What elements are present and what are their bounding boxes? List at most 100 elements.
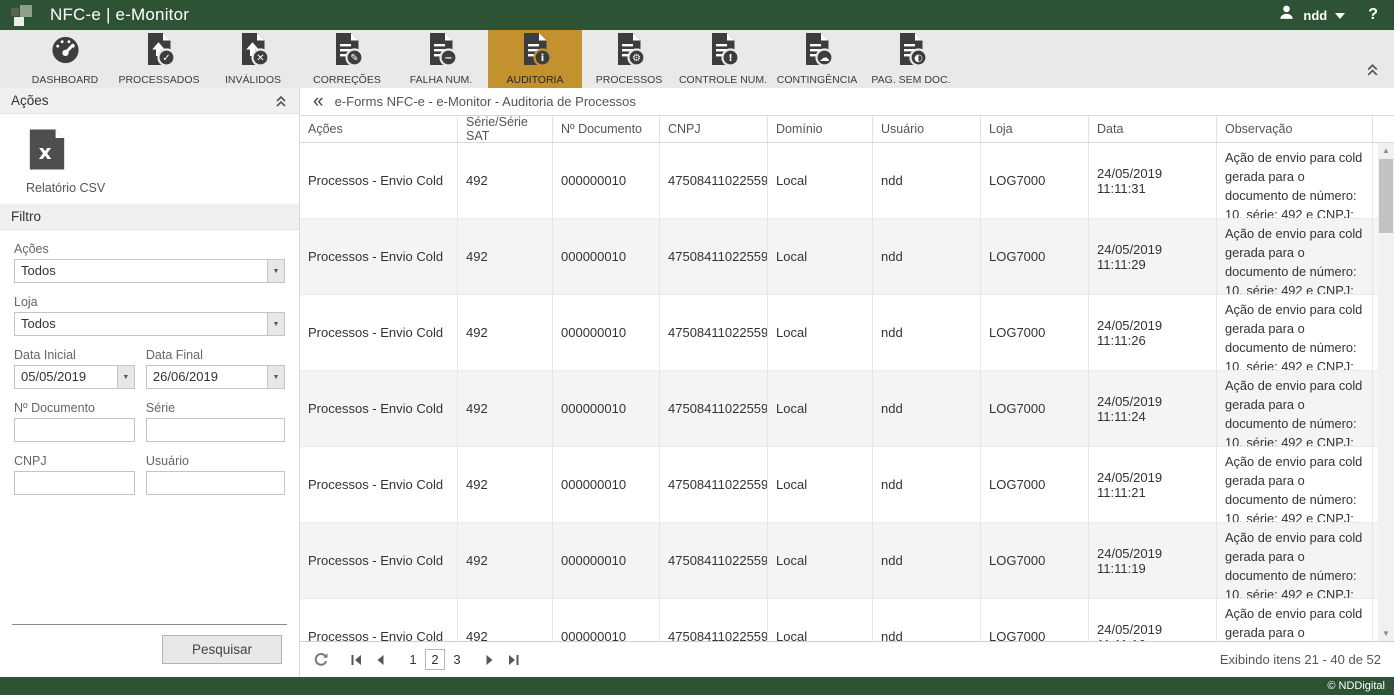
toolbar-item-label: CONTROLE NUM. [679, 74, 767, 86]
scroll-up-icon[interactable]: ▲ [1378, 143, 1394, 158]
cell-dominio: Local [768, 219, 873, 294]
data-final-picker[interactable]: 26/06/2019 ▼ [146, 365, 285, 389]
cell-serie: 492 [458, 295, 553, 370]
cnpj-input[interactable] [14, 471, 135, 495]
cell-usuario: ndd [873, 447, 981, 522]
cell-dominio: Local [768, 599, 873, 641]
cell-data: 24/05/2019 11:11:26 [1089, 295, 1217, 370]
cell-serie: 492 [458, 447, 553, 522]
num-documento-input[interactable] [14, 418, 135, 442]
page-title: e-Forms NFC-e - e-Monitor - Auditoria de… [335, 94, 636, 109]
help-button[interactable]: ? [1368, 6, 1378, 24]
page-number-1[interactable]: 1 [403, 650, 423, 669]
table-row[interactable]: Processos - Envio Cold492000000010475084… [300, 447, 1394, 523]
scrollbar-thumb[interactable] [1379, 159, 1393, 233]
filter-form: Ações Todos ▼ Loja Todos ▼ Data Inicial … [0, 230, 299, 495]
svg-text:✓: ✓ [162, 53, 170, 64]
app-logo-icon [9, 3, 37, 27]
first-page-icon[interactable] [349, 653, 363, 667]
cell-usuario: ndd [873, 143, 981, 218]
last-page-icon[interactable] [507, 653, 521, 667]
toolbar-item-dashboard[interactable]: DASHBOARD [18, 30, 112, 88]
cell-documento: 000000010 [553, 143, 660, 218]
cell-serie: 492 [458, 599, 553, 641]
cell-observacao: Ação de envio para cold gerada para o do… [1217, 219, 1373, 294]
toolbar-item-processos[interactable]: ⚙ PROCESSOS [582, 30, 676, 88]
sidebar-actions-header: Ações [0, 88, 299, 114]
acoes-filter-select[interactable]: Todos ▼ [14, 259, 285, 283]
cell-acoes: Processos - Envio Cold [300, 143, 458, 218]
cell-usuario: ndd [873, 371, 981, 446]
collapse-sidebar-icon[interactable]: « [313, 92, 324, 112]
data-final-value: 26/06/2019 [147, 366, 267, 388]
column-header-serie[interactable]: Série/Série SAT [458, 116, 553, 142]
doc-info-icon: i [519, 32, 551, 71]
cell-cnpj: 47508411022559 [660, 219, 768, 294]
user-icon [1278, 4, 1295, 26]
cell-documento: 000000010 [553, 599, 660, 641]
toolbar-item-conting-ncia[interactable]: ☁ CONTINGÊNCIA [770, 30, 864, 88]
csv-report-button[interactable]: x Relatório CSV [0, 114, 299, 204]
toolbar-item-auditoria[interactable]: i AUDITORIA [488, 30, 582, 88]
next-page-icon[interactable] [483, 653, 497, 667]
cell-acoes: Processos - Envio Cold [300, 371, 458, 446]
serie-label: Série [146, 401, 285, 415]
scroll-down-icon[interactable]: ▼ [1378, 626, 1394, 641]
loja-filter-select[interactable]: Todos ▼ [14, 312, 285, 336]
page-number-3[interactable]: 3 [447, 650, 467, 669]
svg-text:◐: ◐ [914, 53, 923, 64]
serie-input[interactable] [146, 418, 285, 442]
actions-collapse-chevron-icon[interactable] [274, 94, 288, 108]
doc-exclaim-icon: ! [707, 32, 739, 71]
usuario-input[interactable] [146, 471, 285, 495]
cell-documento: 000000010 [553, 219, 660, 294]
toolbar-item-label: PAG. SEM DOC. [871, 74, 950, 86]
table-row[interactable]: Processos - Envio Cold492000000010475084… [300, 219, 1394, 295]
sidebar: Ações x Relatório CSV Filtro Ações Todos… [0, 88, 300, 677]
cell-loja: LOG7000 [981, 295, 1089, 370]
toolbar-item-corre-es[interactable]: ✎ CORREÇÕES [300, 30, 394, 88]
toolbar-collapse-chevron-icon[interactable] [1365, 62, 1380, 82]
column-header-cnpj[interactable]: CNPJ [660, 116, 768, 142]
column-header-dominio[interactable]: Domínio [768, 116, 873, 142]
table-row[interactable]: Processos - Envio Cold492000000010475084… [300, 371, 1394, 447]
column-header-documento[interactable]: Nº Documento [553, 116, 660, 142]
acoes-dropdown-arrow-icon[interactable]: ▼ [267, 260, 284, 282]
column-header-loja[interactable]: Loja [981, 116, 1089, 142]
search-button[interactable]: Pesquisar [162, 635, 282, 664]
doc-halfcircle-icon: ◐ [895, 32, 927, 71]
data-inicial-picker[interactable]: 05/05/2019 ▼ [14, 365, 135, 389]
column-header-observacao[interactable]: Observação [1217, 116, 1373, 142]
toolbar-item-inv-lidos[interactable]: ✕ INVÁLIDOS [206, 30, 300, 88]
table-row[interactable]: Processos - Envio Cold492000000010475084… [300, 523, 1394, 599]
table-row[interactable]: Processos - Envio Cold492000000010475084… [300, 143, 1394, 219]
cell-observacao: Ação de envio para cold gerada para o do… [1217, 143, 1373, 218]
prev-page-icon[interactable] [373, 653, 387, 667]
doc-gear-icon: ⚙ [613, 32, 645, 71]
page-number-2[interactable]: 2 [425, 649, 445, 670]
toolbar-item-label: PROCESSOS [596, 74, 663, 86]
data-final-label: Data Final [146, 348, 285, 362]
column-header-acoes[interactable]: Ações [300, 116, 458, 142]
toolbar-item-falha-num[interactable]: − FALHA NUM. [394, 30, 488, 88]
toolbar-item-controle-num[interactable]: ! CONTROLE NUM. [676, 30, 770, 88]
data-inicial-dropdown-arrow-icon[interactable]: ▼ [117, 366, 134, 388]
data-final-dropdown-arrow-icon[interactable]: ▼ [267, 366, 284, 388]
refresh-icon[interactable] [313, 652, 329, 668]
vertical-scrollbar[interactable]: ▲ ▼ [1378, 143, 1394, 641]
toolbar-item-pag-sem-doc[interactable]: ◐ PAG. SEM DOC. [864, 30, 958, 88]
csv-report-label: Relatório CSV [26, 181, 299, 195]
top-bar: NFC-e | e-Monitor ndd ? [0, 0, 1394, 30]
cell-documento: 000000010 [553, 447, 660, 522]
doc-cloud-icon: ☁ [801, 32, 833, 71]
cell-loja: LOG7000 [981, 143, 1089, 218]
column-header-data[interactable]: Data [1089, 116, 1217, 142]
table-row[interactable]: Processos - Envio Cold492000000010475084… [300, 599, 1394, 641]
table-row[interactable]: Processos - Envio Cold492000000010475084… [300, 295, 1394, 371]
column-header-usuario[interactable]: Usuário [873, 116, 981, 142]
toolbar-item-processados[interactable]: ✓ PROCESSADOS [112, 30, 206, 88]
loja-dropdown-arrow-icon[interactable]: ▼ [267, 313, 284, 335]
cell-data: 24/05/2019 11:11:21 [1089, 447, 1217, 522]
cell-acoes: Processos - Envio Cold [300, 219, 458, 294]
user-menu[interactable]: ndd [1278, 4, 1345, 26]
